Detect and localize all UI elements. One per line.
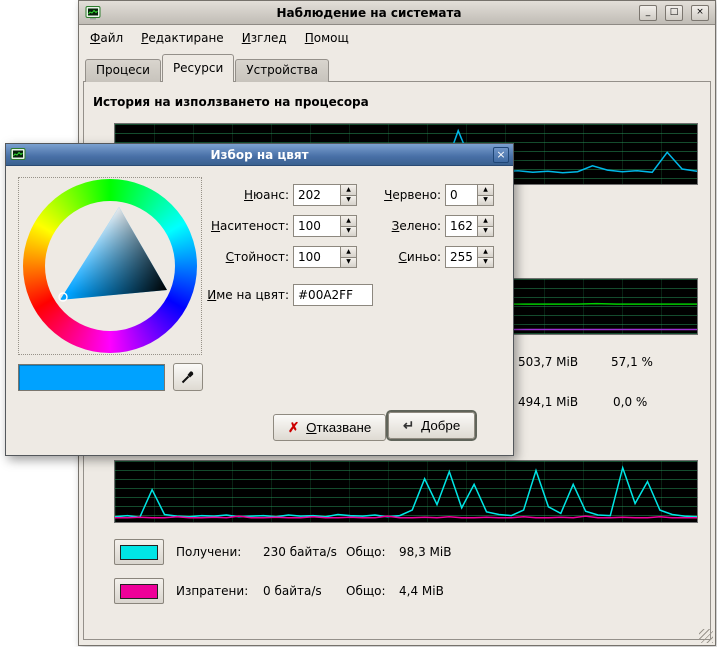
sent-total: 4,4 MiB <box>399 584 444 598</box>
dialog-titlebar[interactable]: Избор на цвят × <box>6 144 513 166</box>
menu-help[interactable]: Помощ <box>296 28 358 48</box>
menubar: Файл Редактиране Изглед Помощ <box>81 27 713 49</box>
value-label: Стойност: <box>156 250 289 264</box>
blue-spinbox: ▲ ▼ <box>445 246 494 268</box>
hsv-wheel[interactable] <box>18 177 202 355</box>
received-total-label: Общо: <box>346 545 386 559</box>
cancel-button[interactable]: ✗ Отказване <box>273 414 386 441</box>
blue-label: Синьо: <box>331 250 441 264</box>
red-spinbox: ▲ ▼ <box>445 184 494 206</box>
received-rate: 230 байта/s <box>263 545 337 559</box>
blue-input[interactable] <box>445 246 478 268</box>
sent-color-button[interactable] <box>114 578 164 604</box>
green-label: Зелено: <box>331 219 441 233</box>
ok-enter-icon: ↵ <box>403 418 414 434</box>
dialog-close-button[interactable]: × <box>493 147 509 163</box>
dialog-title: Избор на цвят <box>31 148 488 162</box>
color-preview-swatch <box>18 364 165 391</box>
blue-spin-up-icon[interactable]: ▲ <box>478 246 494 258</box>
color-name-label: Име на цвят: <box>156 288 289 302</box>
color-name-input[interactable] <box>293 284 373 306</box>
blue-spin-down-icon[interactable]: ▼ <box>478 258 494 269</box>
memory-used-percent: 57,1 % <box>611 355 653 369</box>
eyedropper-icon <box>180 369 196 385</box>
received-color-swatch <box>120 545 158 560</box>
sent-rate: 0 байта/s <box>263 584 322 598</box>
red-label: Червено: <box>331 188 441 202</box>
green-spinbox: ▲ ▼ <box>445 215 494 237</box>
dialog-icon <box>10 147 26 163</box>
received-label: Получени: <box>176 545 241 559</box>
memory-used-value: 503,7 MiB <box>518 355 578 369</box>
tabstrip: Процеси Ресурси Устройства <box>85 54 330 82</box>
red-spin-up-icon[interactable]: ▲ <box>478 184 494 196</box>
eyedropper-button[interactable] <box>173 363 203 391</box>
resize-grip[interactable] <box>699 629 713 643</box>
maximize-button[interactable]: □ <box>665 5 683 21</box>
close-button[interactable]: × <box>691 5 709 21</box>
network-history-chart <box>114 460 698 523</box>
sent-label: Изпратени: <box>176 584 248 598</box>
sent-total-label: Общо: <box>346 584 386 598</box>
color-picker-dialog: Избор на цвят × <box>5 143 514 456</box>
sv-triangle[interactable] <box>19 178 203 356</box>
tab-devices[interactable]: Устройства <box>235 59 329 82</box>
ok-button-default-ring: ↵ Добре <box>386 410 477 441</box>
red-spin-down-icon[interactable]: ▼ <box>478 196 494 207</box>
received-color-button[interactable] <box>114 539 164 565</box>
cancel-x-icon: ✗ <box>288 420 299 436</box>
cpu-section-title: История на използването на процесора <box>93 95 369 109</box>
menu-file[interactable]: Файл <box>81 28 132 48</box>
green-spin-down-icon[interactable]: ▼ <box>478 227 494 238</box>
window-title: Наблюдение на системата <box>107 6 631 20</box>
green-input[interactable] <box>445 215 478 237</box>
minimize-button[interactable]: _ <box>639 5 657 21</box>
received-total: 98,3 MiB <box>399 545 451 559</box>
app-icon <box>85 5 101 21</box>
red-input[interactable] <box>445 184 478 206</box>
tab-processes[interactable]: Процеси <box>85 59 161 82</box>
hue-label: Нюанс: <box>156 188 289 202</box>
menu-edit[interactable]: Редактиране <box>132 28 233 48</box>
desktop: Наблюдение на системата _ □ × Файл Редак… <box>0 0 717 647</box>
swap-used-value: 494,1 MiB <box>518 395 578 409</box>
main-titlebar[interactable]: Наблюдение на системата _ □ × <box>79 1 715 25</box>
green-spin-up-icon[interactable]: ▲ <box>478 215 494 227</box>
ok-button[interactable]: ↵ Добре <box>388 412 475 439</box>
saturation-label: Наситеност: <box>156 219 289 233</box>
swap-used-percent: 0,0 % <box>613 395 647 409</box>
menu-view[interactable]: Изглед <box>233 28 296 48</box>
sent-color-swatch <box>120 584 158 599</box>
tab-resources[interactable]: Ресурси <box>162 54 234 82</box>
